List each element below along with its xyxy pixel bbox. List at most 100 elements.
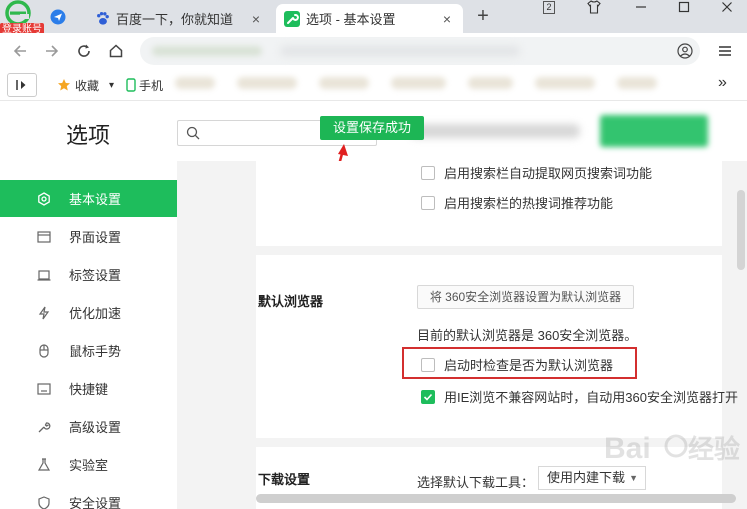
skin-button[interactable] bbox=[585, 0, 603, 14]
wrench-tab-icon bbox=[284, 10, 300, 27]
close-window-button[interactable] bbox=[718, 0, 736, 14]
checkbox[interactable] bbox=[421, 357, 435, 372]
reload-icon bbox=[78, 44, 90, 57]
sidebar-item-shortcuts[interactable]: 快捷键 bbox=[0, 370, 177, 407]
minimize-button[interactable] bbox=[632, 0, 650, 14]
set-default-browser-button[interactable]: 将 360安全浏览器设置为默认浏览器 bbox=[417, 285, 634, 309]
option-label: 启动时检查是否为默认浏览器 bbox=[444, 358, 614, 373]
sidebar-item-label: 安全设置 bbox=[69, 496, 122, 509]
sidebar-item-label: 界面设置 bbox=[69, 230, 122, 245]
tab-baidu[interactable]: 百度一下，你就知道 × bbox=[86, 4, 272, 33]
sidebar-item-advanced[interactable]: 高级设置 bbox=[0, 408, 177, 445]
tab-bar: 登录账号 百度一下，你就知道 × 选项 - 基本设置 × + 2 bbox=[0, 0, 747, 36]
sidebar-item-label: 鼠标手势 bbox=[69, 344, 122, 359]
gear-icon bbox=[36, 191, 52, 207]
user-icon bbox=[677, 43, 693, 59]
tab-close-icon[interactable]: × bbox=[439, 11, 455, 27]
more-bookmarks-button[interactable]: » bbox=[718, 74, 727, 92]
forward-button[interactable] bbox=[40, 39, 64, 63]
close-icon bbox=[722, 2, 732, 12]
baidu-watermark-logo: Bai 经验 bbox=[604, 432, 740, 465]
window-icon bbox=[36, 229, 52, 245]
home-icon bbox=[109, 44, 123, 58]
sidebar-item-basic[interactable]: 基本设置 bbox=[0, 180, 177, 217]
tab-icon bbox=[36, 267, 52, 283]
sidebar-item-label: 高级设置 bbox=[69, 420, 122, 435]
sidebar-item-lab[interactable]: 实验室 bbox=[0, 446, 177, 483]
sidebar-item-security[interactable]: 安全设置 bbox=[0, 484, 177, 509]
sidebar-item-mouse-gestures[interactable]: 鼠标手势 bbox=[0, 332, 177, 369]
home-button[interactable] bbox=[104, 39, 128, 63]
bookmark-mobile[interactable]: 手机 bbox=[126, 75, 163, 95]
address-bar[interactable] bbox=[140, 37, 700, 65]
bookmark-label: 手机 bbox=[139, 78, 164, 93]
reload-button[interactable] bbox=[72, 39, 96, 63]
tab-options[interactable]: 选项 - 基本设置 × bbox=[276, 4, 463, 33]
sidebar-item-interface[interactable]: 界面设置 bbox=[0, 218, 177, 255]
tab-count: 2 bbox=[543, 0, 555, 14]
menu-button[interactable] bbox=[714, 39, 736, 63]
keyboard-icon bbox=[36, 381, 52, 397]
svg-text:Bai: Bai bbox=[604, 432, 651, 465]
option-check-default-on-startup[interactable]: 启动时检查是否为默认浏览器 bbox=[421, 355, 613, 374]
flask-icon bbox=[36, 457, 52, 473]
option-label: 启用搜索栏自动提取网页搜索词功能 bbox=[444, 166, 653, 181]
checkbox[interactable] bbox=[421, 195, 435, 210]
option-extract-search-words[interactable]: 启用搜索栏自动提取网页搜索词功能 bbox=[421, 163, 652, 182]
save-success-toast: 设置保存成功 bbox=[320, 116, 424, 140]
sidebar-item-tabs[interactable]: 标签设置 bbox=[0, 256, 177, 293]
bookmark-favorites[interactable]: 收藏 ▾ bbox=[57, 75, 114, 95]
settings-sidebar: 基本设置 界面设置 标签设置 优化加速 鼠标手势 快捷键 高级设置 实验室 安全… bbox=[0, 161, 177, 509]
sidebar-item-label: 基本设置 bbox=[69, 192, 122, 207]
option-ie-fallback[interactable]: 用IE浏览不兼容网站时，自动用360安全浏览器打开 bbox=[421, 387, 738, 406]
arrow-left-icon bbox=[13, 45, 26, 57]
chevron-down-icon: ▾ bbox=[109, 79, 115, 91]
checkmark-icon bbox=[423, 393, 433, 401]
bookmarks-bar: 收藏 ▾ 手机 » bbox=[0, 69, 747, 101]
checkbox[interactable] bbox=[421, 165, 435, 180]
search-icon bbox=[186, 126, 200, 140]
svg-text:经验: 经验 bbox=[688, 434, 740, 464]
send-icon bbox=[50, 9, 66, 25]
blurred-url bbox=[152, 46, 262, 56]
blurred-bookmarks bbox=[175, 77, 715, 91]
checkbox-checked[interactable] bbox=[421, 389, 435, 404]
sidebar-item-speedup[interactable]: 优化加速 bbox=[0, 294, 177, 331]
option-label: 启用搜索栏的热搜词推荐功能 bbox=[444, 196, 614, 211]
vertical-scrollbar[interactable] bbox=[737, 190, 745, 270]
download-tool-label: 选择默认下载工具： bbox=[417, 475, 535, 490]
option-hot-search[interactable]: 启用搜索栏的热搜词推荐功能 bbox=[421, 193, 613, 212]
option-label: 用IE浏览不兼容网站时，自动用360安全浏览器打开 bbox=[444, 390, 738, 405]
lightning-icon bbox=[36, 305, 52, 321]
sidebar-toggle-button[interactable] bbox=[7, 73, 37, 97]
blurred-header-text bbox=[410, 124, 580, 138]
tab-close-icon[interactable]: × bbox=[248, 11, 264, 27]
search-settings-card: 启用搜索栏自动提取网页搜索词功能 启用搜索栏的热搜词推荐功能 bbox=[256, 161, 722, 246]
section-title: 默认浏览器 bbox=[258, 294, 324, 309]
tab-count-button[interactable]: 2 bbox=[542, 0, 556, 14]
sidebar-item-label: 标签设置 bbox=[69, 268, 122, 283]
maximize-icon bbox=[678, 1, 690, 13]
current-default-browser: 目前的默认浏览器是 360安全浏览器。 bbox=[417, 328, 638, 343]
back-button[interactable] bbox=[8, 39, 32, 63]
blurred-url-rest bbox=[280, 46, 520, 56]
new-tab-button[interactable]: + bbox=[471, 4, 495, 30]
baidu-paw-icon bbox=[94, 11, 110, 27]
section-title: 下载设置 bbox=[258, 472, 311, 487]
sidebar-item-label: 优化加速 bbox=[69, 306, 122, 321]
bookmark-label: 收藏 bbox=[75, 78, 100, 93]
mouse-icon bbox=[36, 343, 52, 359]
sidebar-expand-icon bbox=[16, 80, 26, 90]
blurred-header-button[interactable] bbox=[600, 115, 708, 147]
pinned-tab[interactable] bbox=[44, 4, 72, 30]
arrow-right-icon bbox=[46, 45, 59, 57]
horizontal-scrollbar[interactable] bbox=[256, 494, 736, 503]
tshirt-icon bbox=[587, 0, 601, 14]
sidebar-item-label: 实验室 bbox=[69, 458, 109, 473]
maximize-button[interactable] bbox=[675, 0, 693, 14]
options-header: 选项 设置保存成功 bbox=[0, 101, 747, 161]
navigation-bar bbox=[0, 33, 747, 69]
page-title: 选项 bbox=[66, 123, 111, 148]
tab-title: 百度一下，你就知道 bbox=[116, 12, 234, 27]
account-button[interactable] bbox=[674, 39, 696, 63]
